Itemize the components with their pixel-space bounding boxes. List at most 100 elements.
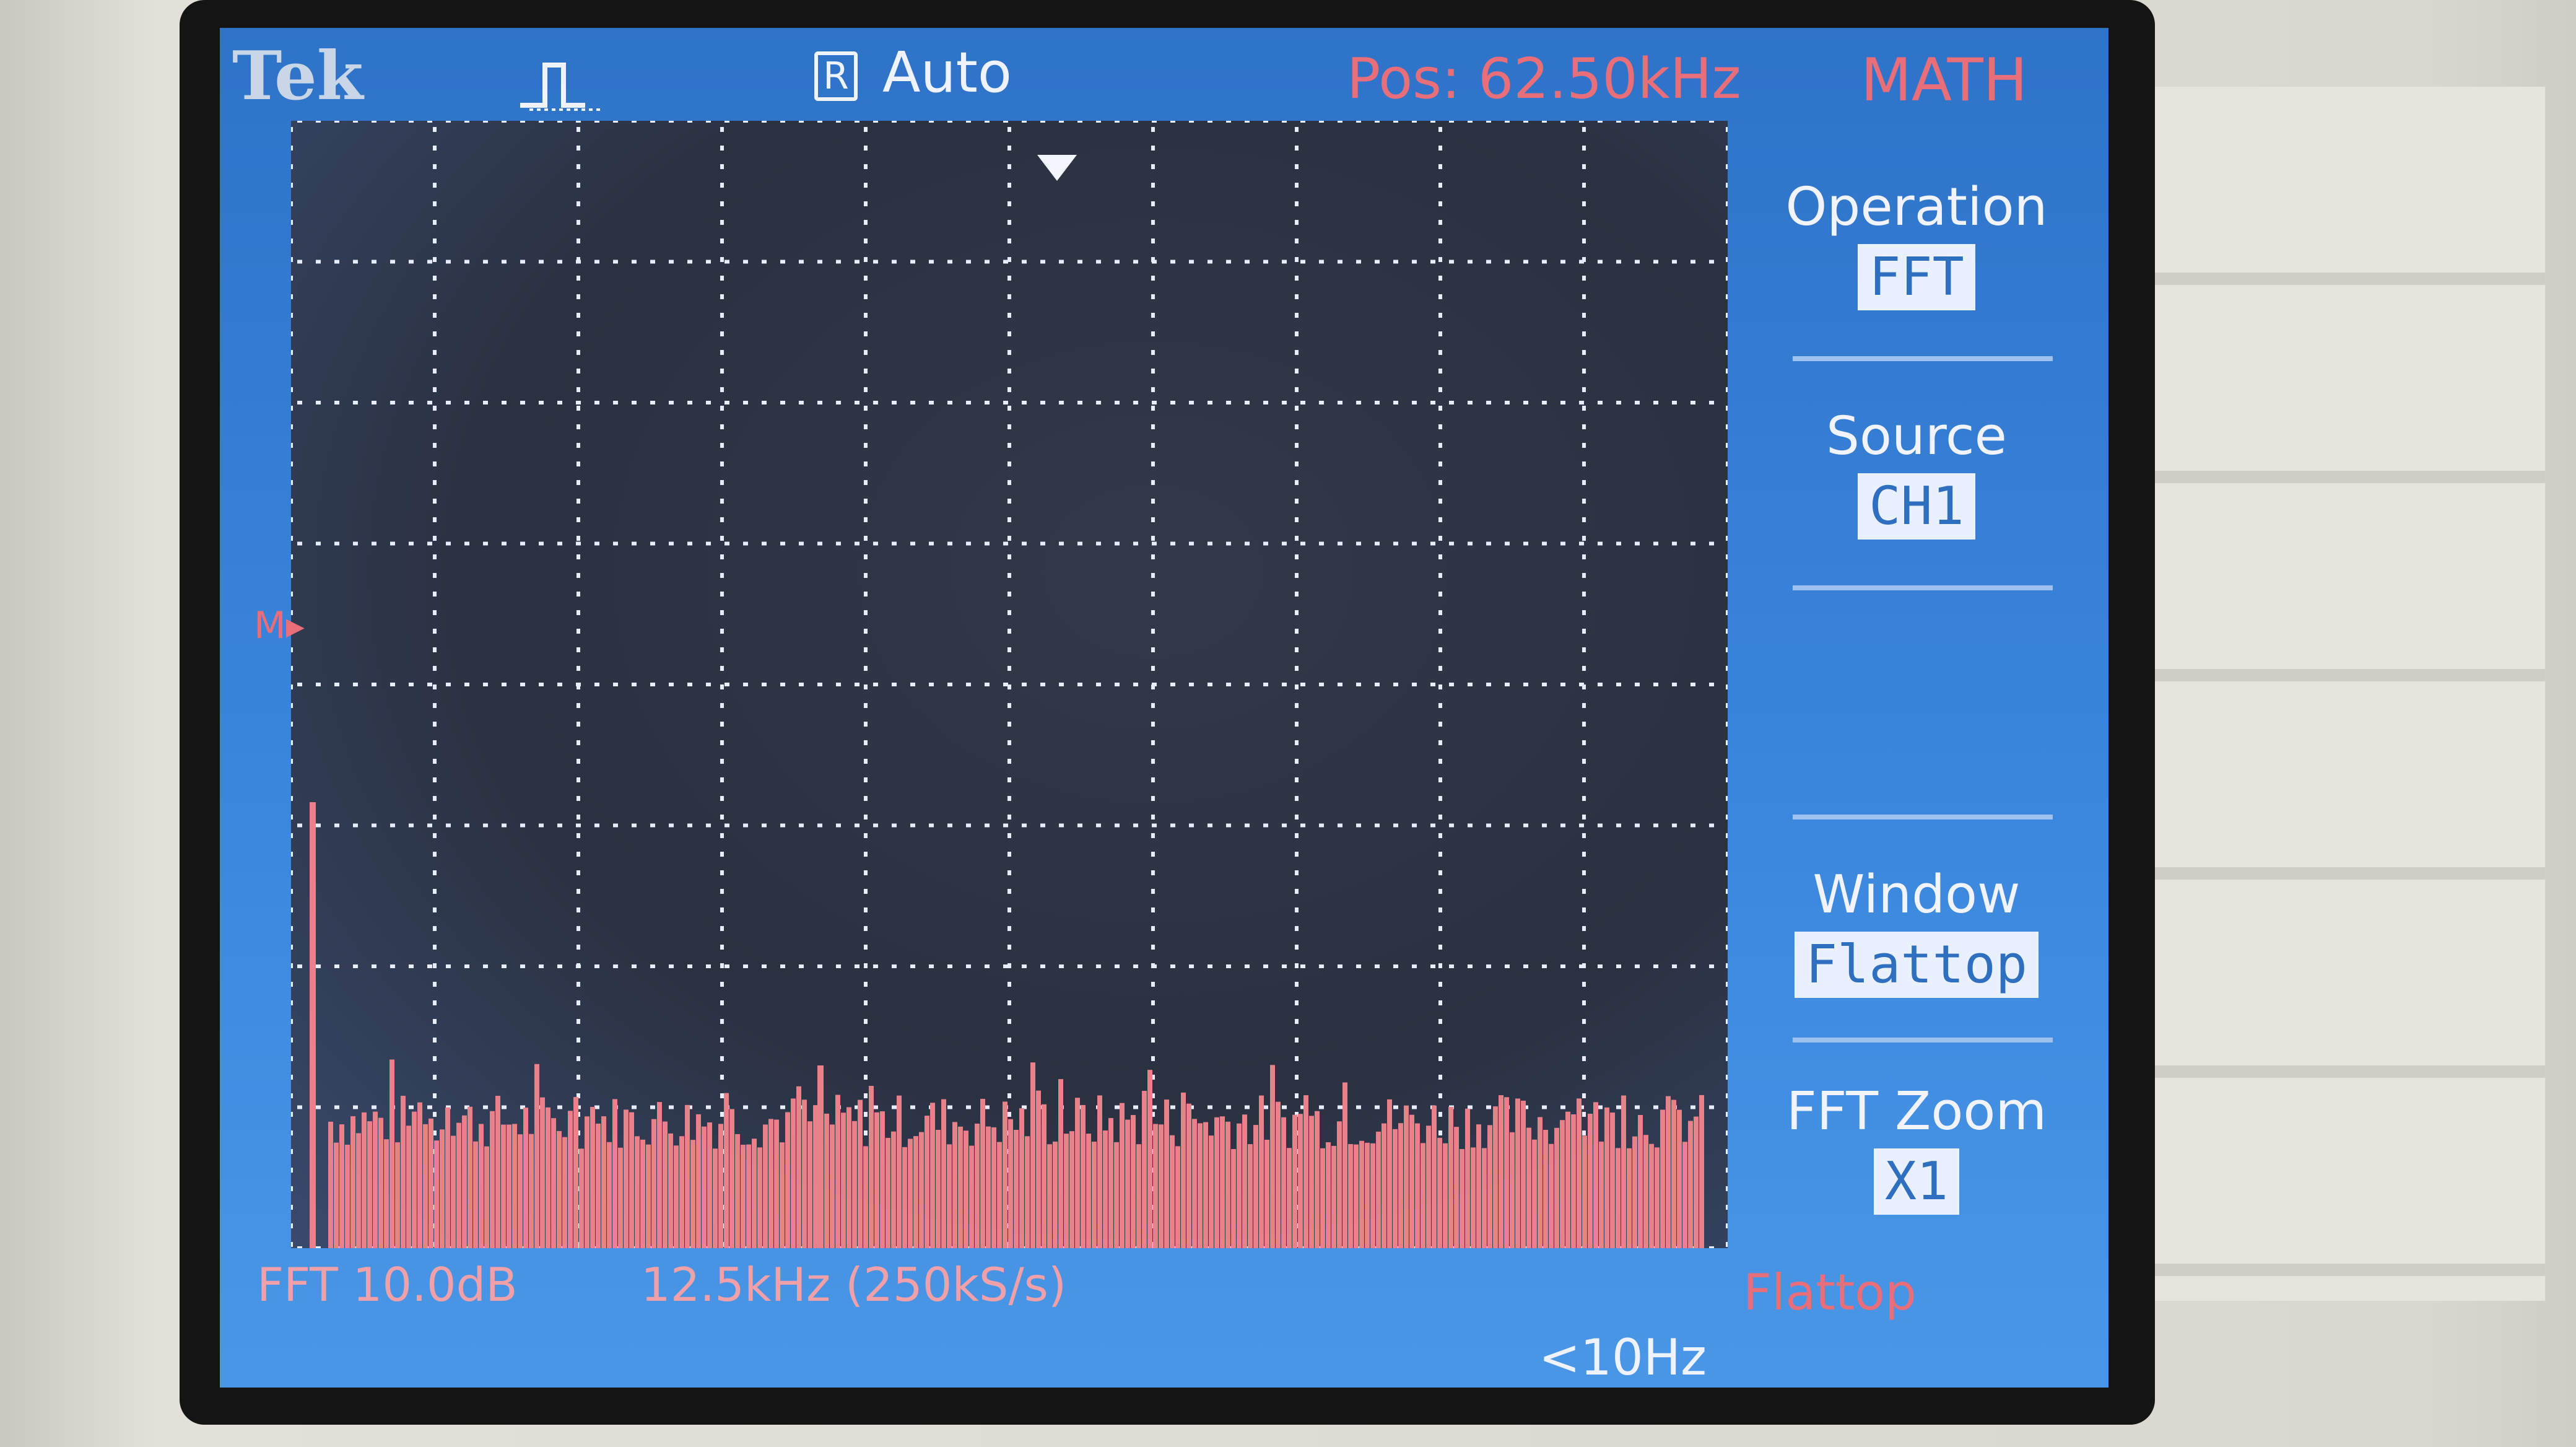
grid-dot [1077, 121, 1082, 123]
grid-dot [1151, 1056, 1155, 1061]
grid-dot [372, 401, 376, 404]
fft-trace-bar [752, 1139, 757, 1248]
grid-dot [873, 260, 878, 264]
grid-dot [520, 541, 525, 546]
grid-dot [864, 201, 868, 206]
grid-dot [864, 443, 868, 448]
grid-dot [966, 823, 971, 828]
menu-source-value: CH1 [1858, 473, 1975, 540]
grid-dot [1295, 350, 1299, 355]
grid-dot [1726, 1223, 1728, 1228]
grid-dot [1282, 823, 1287, 828]
grid-dot [577, 406, 580, 411]
grid-dot [446, 541, 451, 546]
grid-dot [1598, 541, 1603, 546]
menu-window[interactable]: Window Flattop [1768, 864, 2065, 998]
grid-dot [720, 387, 724, 392]
grid-dot [502, 401, 507, 404]
grid-dot [291, 889, 293, 894]
grid-dot [1096, 823, 1101, 828]
fft-trace-bar [718, 1124, 723, 1248]
grid-dot [1709, 541, 1714, 546]
grid-dot [687, 401, 692, 404]
grid-dot [1438, 480, 1442, 485]
grid-dot [1616, 1105, 1621, 1109]
grid-dot [1295, 592, 1299, 597]
grid-dot [817, 541, 822, 546]
grid-dot [1542, 260, 1547, 264]
grid-dot [1151, 536, 1155, 541]
grid-dot [1007, 499, 1011, 504]
grid-dot [1726, 1075, 1728, 1080]
grid-dot [1438, 183, 1442, 188]
grid-dot [780, 541, 785, 546]
grid-dot [1263, 401, 1268, 404]
grid-dot [864, 592, 868, 597]
grid-dot [1438, 201, 1442, 206]
fft-trace-bar [1019, 1108, 1024, 1248]
fft-trace-bar [1175, 1146, 1180, 1248]
grid-dot [650, 541, 655, 546]
fft-trace-bar [1008, 1119, 1013, 1248]
grid-dot [720, 777, 724, 782]
grid-dot [720, 796, 724, 801]
grid-dot [594, 1105, 599, 1109]
grid-dot [1726, 536, 1728, 541]
side-button-panel [2130, 87, 2545, 1301]
grid-dot [720, 499, 724, 504]
fft-trace-bar [646, 1144, 651, 1248]
grid-dot [539, 683, 544, 686]
grid-dot [1486, 260, 1491, 264]
grid-dot [577, 629, 580, 634]
grid-dot [1040, 260, 1045, 264]
grid-dot [1672, 964, 1677, 968]
math-reference-marker: M▸ [254, 604, 305, 647]
grid-dot [1582, 982, 1586, 987]
grid-dot [433, 406, 437, 411]
grid-dot [1007, 424, 1011, 429]
menu-fft-zoom[interactable]: FFT Zoom X1 [1768, 1081, 2065, 1215]
grid-dot [372, 1105, 376, 1109]
grid-dot [577, 331, 580, 336]
grid-dot [1393, 964, 1398, 968]
grid-dot [1726, 276, 1728, 281]
grid-dot [724, 964, 729, 968]
grid-dot [1007, 573, 1011, 578]
grid-dot [1189, 683, 1194, 686]
menu-operation[interactable]: Operation FFT [1768, 177, 2065, 310]
grid-dot [1468, 260, 1473, 264]
grid-dot [1152, 121, 1157, 123]
grid-dot [780, 121, 785, 123]
grid-dot [1295, 443, 1299, 448]
grid-dot [1338, 121, 1342, 123]
menu-fft-zoom-value: X1 [1873, 1148, 1960, 1215]
grid-dot [1582, 164, 1586, 169]
grid-dot [1523, 823, 1528, 828]
grid-dot [427, 260, 432, 264]
fft-trace-bar [1499, 1095, 1503, 1248]
grid-dot [1598, 401, 1603, 404]
menu-source[interactable]: Source CH1 [1768, 406, 2065, 540]
menu-fft-zoom-label: FFT Zoom [1786, 1081, 2047, 1142]
menu-operation-value: FFT [1858, 244, 1975, 310]
grid-dot [1189, 401, 1194, 404]
fft-trace-bar [1136, 1144, 1141, 1248]
grid-dot [1007, 1075, 1011, 1080]
fft-trace-bar [1476, 1124, 1481, 1248]
grid-dot [577, 443, 580, 448]
grid-dot [1007, 517, 1011, 522]
grid-dot [1672, 260, 1677, 264]
grid-dot [297, 683, 302, 686]
grid-dot [1726, 1056, 1728, 1061]
grid-dot [1726, 963, 1728, 968]
grid-dot [1726, 684, 1728, 689]
grid-dot [1295, 945, 1299, 950]
grid-dot [1356, 260, 1361, 264]
fft-trace-bar [546, 1107, 550, 1248]
grid-dot [1295, 294, 1299, 299]
fft-trace-bar [1209, 1135, 1214, 1248]
grid-dot [1726, 722, 1728, 727]
grid-dot [1726, 759, 1728, 764]
grid-dot [353, 823, 358, 828]
fft-trace-bar [596, 1123, 601, 1248]
